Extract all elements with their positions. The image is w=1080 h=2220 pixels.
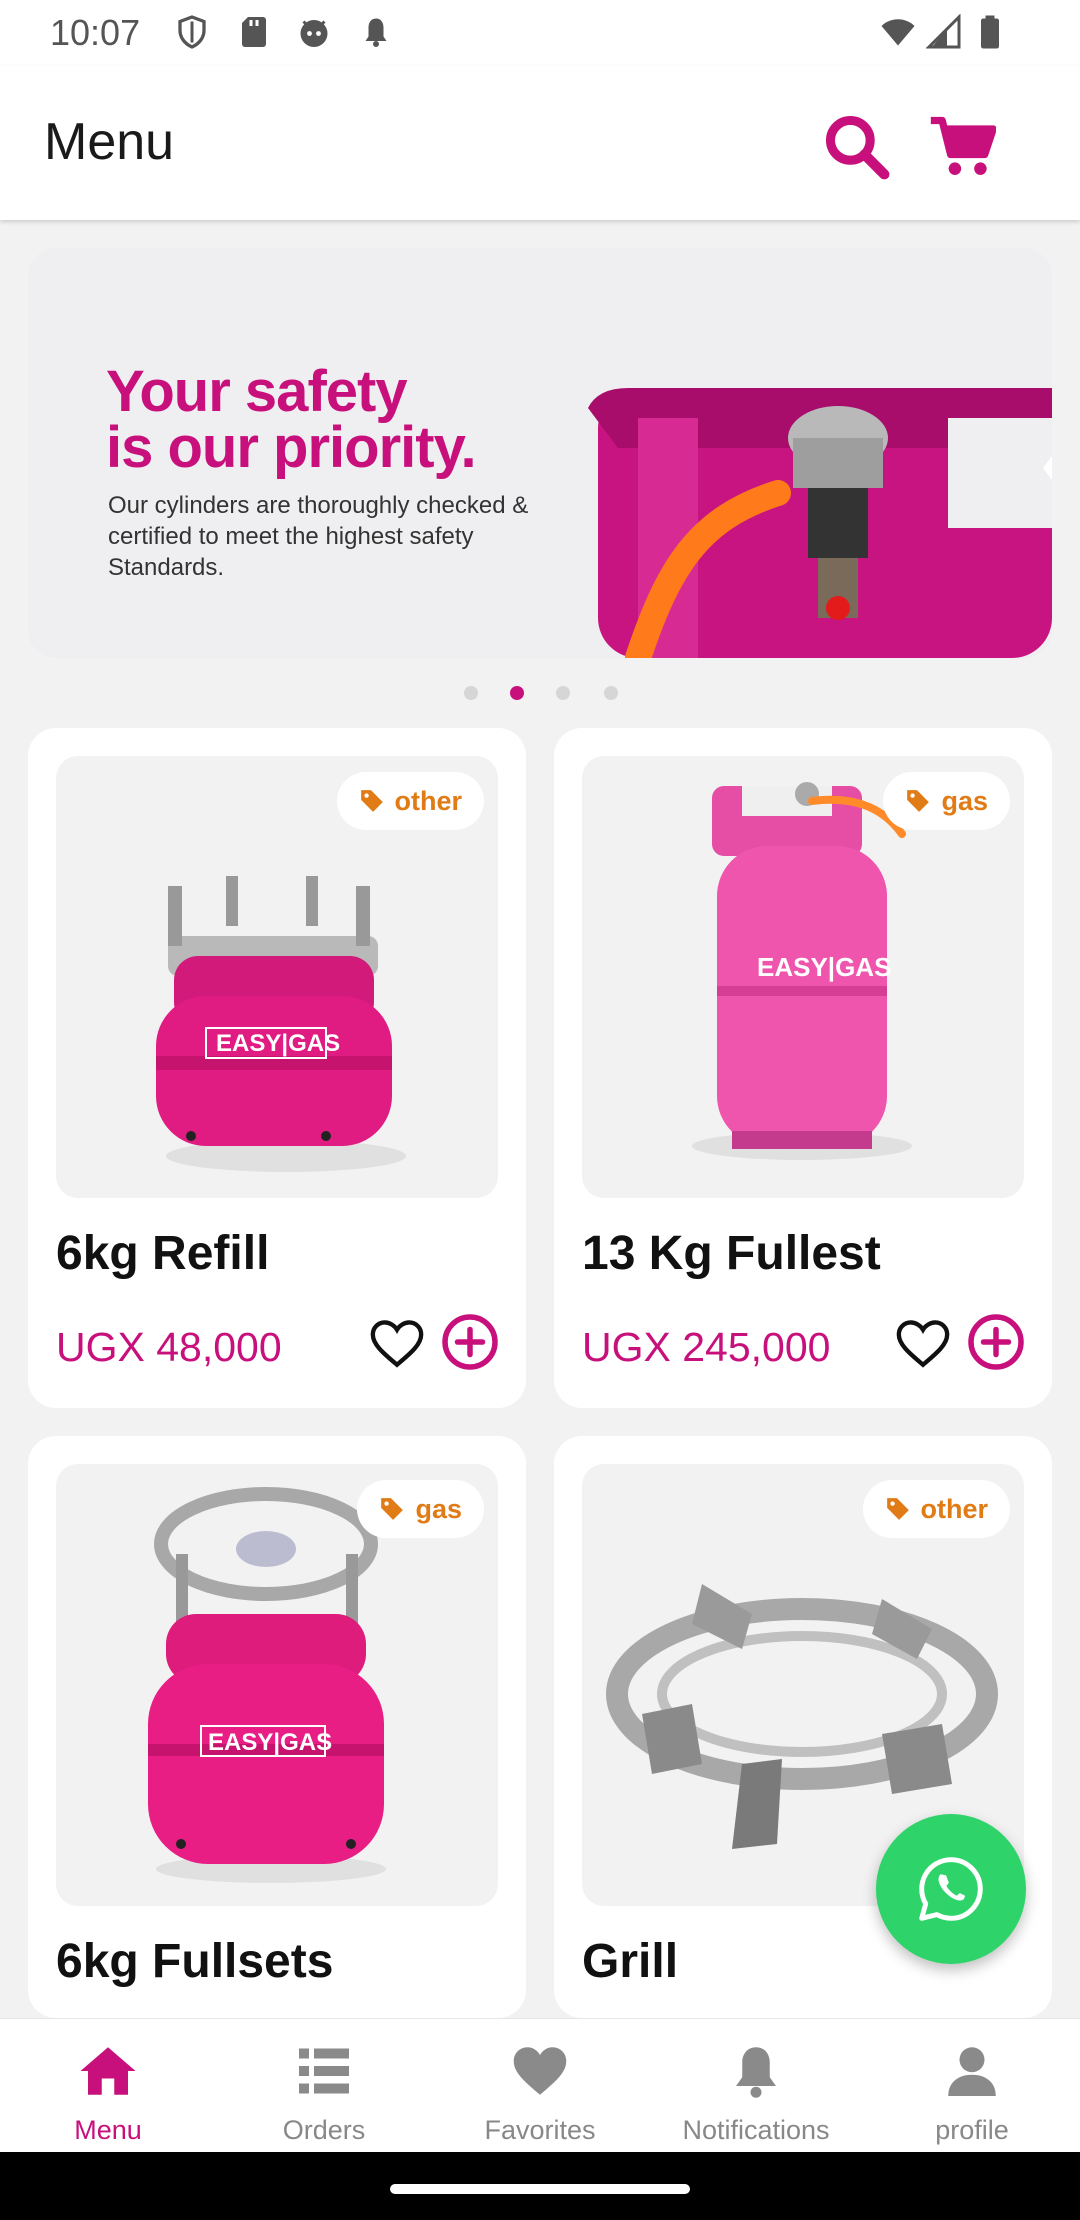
home-gesture-handle[interactable]: [390, 2184, 690, 2194]
nav-item-menu[interactable]: Menu: [0, 2019, 216, 2153]
bell-icon: [365, 18, 387, 47]
category-tag: other: [336, 772, 484, 830]
search-icon[interactable]: [822, 112, 890, 180]
cart-icon[interactable]: [928, 112, 996, 180]
svg-text:EASY|GAS: EASY|GAS: [216, 1030, 340, 1057]
whatsapp-icon: [919, 1857, 983, 1921]
banner-body: Our cylinders are thoroughly checked & c…: [108, 492, 529, 581]
product-name: 13 Kg Fullest: [582, 1227, 881, 1280]
status-time: 10:07: [50, 12, 141, 53]
heart-icon: [513, 2047, 567, 2095]
product-price: UGX 245,000: [582, 1324, 831, 1370]
add-circle-icon[interactable]: [440, 1312, 500, 1372]
product-image: EASY|GAS gas: [582, 756, 1024, 1198]
product-card[interactable]: EASY|GAS gas 13 Kg Fullest UGX 245,000: [554, 728, 1052, 1408]
promo-banner[interactable]: Your safety is our priority. Our cylinde…: [28, 248, 1052, 658]
battery-icon: [981, 15, 999, 49]
heart-icon[interactable]: [894, 1314, 952, 1372]
nav-label: Favorites: [484, 2115, 596, 2145]
cell-signal-icon: [926, 14, 961, 49]
nav-item-notifications[interactable]: Notifications: [648, 2019, 864, 2153]
nav-label: Notifications: [682, 2115, 830, 2145]
category-tag-label: other: [394, 785, 463, 816]
status-bar: 10:07: [0, 0, 1080, 66]
product-card[interactable]: EASY|GAS other 6kg Refill UGX 48,000: [28, 728, 526, 1408]
person-icon: [948, 2047, 996, 2096]
tag-icon: [381, 1498, 404, 1520]
add-circle-icon[interactable]: [966, 1312, 1026, 1372]
svg-text:EASY|GAS: EASY|GAS: [757, 952, 891, 982]
nav-label: Orders: [282, 2115, 366, 2145]
tag-icon: [360, 790, 383, 812]
whatsapp-button[interactable]: [876, 1814, 1026, 1964]
product-card[interactable]: EASY|GAS gas 6kg Fullsets: [28, 1436, 526, 2018]
category-tag: gas: [357, 1480, 484, 1538]
sd-card-icon: [242, 17, 266, 47]
banner-headline: Your safety is our priority.: [106, 359, 477, 480]
category-tag-label: other: [920, 1493, 989, 1524]
pagination-dot[interactable]: [556, 686, 570, 700]
banner-pagination: [0, 686, 1080, 702]
pagination-dot-active[interactable]: [510, 686, 524, 700]
system-gesture-bar: [0, 2152, 1080, 2220]
cylinder-regulator-image: [588, 388, 1052, 658]
android-head-icon: [300, 20, 328, 47]
banner-headline-line2: is our priority.: [106, 415, 477, 480]
product-image: EASY|GAS gas: [56, 1464, 498, 1906]
product-price: UGX 48,000: [56, 1324, 282, 1370]
pagination-dot[interactable]: [464, 686, 478, 700]
nav-label: Menu: [74, 2115, 142, 2145]
product-image: EASY|GAS other: [56, 756, 498, 1198]
category-tag-label: gas: [941, 785, 988, 816]
nav-item-favorites[interactable]: Favorites: [432, 2019, 648, 2153]
product-name: Grill: [582, 1935, 679, 1988]
page-title: Menu: [44, 113, 175, 171]
list-icon: [299, 2048, 349, 2094]
nav-label: profile: [935, 2115, 1009, 2145]
bottom-navigation: Menu Orders Favorites Notifications prof…: [0, 2018, 1080, 2152]
tag-icon: [886, 1498, 909, 1520]
nav-item-orders[interactable]: Orders: [216, 2019, 432, 2153]
category-tag-label: gas: [415, 1493, 462, 1524]
svg-text:EASY|GAS: EASY|GAS: [208, 1729, 332, 1756]
nav-item-profile[interactable]: profile: [864, 2019, 1080, 2153]
wifi-icon: [881, 19, 915, 46]
product-name: 6kg Fullsets: [56, 1935, 334, 1988]
bell-icon: [736, 2047, 776, 2098]
pagination-dot[interactable]: [604, 686, 618, 700]
app-bar: Menu: [0, 66, 1080, 220]
shield-icon: [178, 15, 206, 49]
category-tag: gas: [883, 772, 1010, 830]
product-name: 6kg Refill: [56, 1227, 270, 1280]
category-tag: other: [862, 1480, 1010, 1538]
banner-headline-line1: Your safety: [106, 359, 408, 424]
tag-icon: [907, 790, 930, 812]
heart-icon[interactable]: [368, 1314, 426, 1372]
home-icon: [80, 2047, 136, 2095]
